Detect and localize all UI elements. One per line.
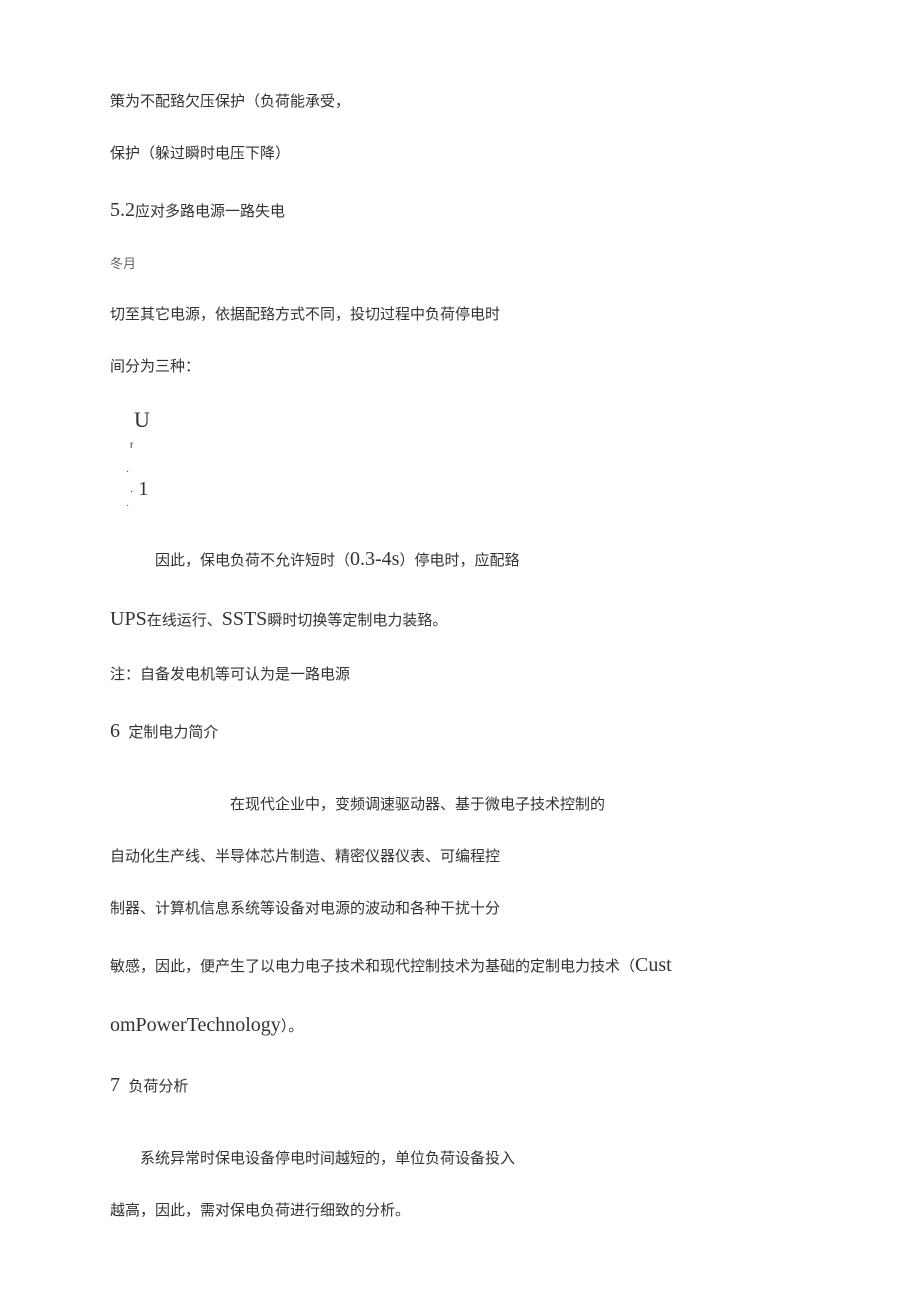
paragraph-5-prefix: 因此，保电负荷不允许短时（	[155, 552, 350, 569]
paragraph-6-suffix: 瞬时切换等定制电力装臵。	[267, 612, 447, 629]
section-6-heading: 6 定制电力简介	[110, 715, 810, 747]
section-6-title: 定制电力简介	[128, 724, 218, 741]
section-7-heading: 7 负荷分析	[110, 1069, 810, 1101]
cust-label: Cust	[635, 954, 672, 976]
paragraph-6: UPS在线运行、SSTS瞬时切换等定制电力装臵。	[110, 603, 810, 635]
paragraph-11: 敏感，因此，便产生了以电力电子技术和现代控制技术为基础的定制电力技术（Cust	[110, 949, 810, 981]
time-range-value: 0.3-4s	[350, 548, 399, 570]
dot-fragment-2: ·	[130, 487, 133, 498]
ssts-label: SSTS	[222, 608, 268, 630]
dot-fragment-1: ·	[126, 467, 810, 477]
ompowertech-label: omPowerTechnology	[110, 1014, 281, 1036]
paragraph-6-mid1: 在线运行、	[147, 612, 222, 629]
paragraph-3: 切至其它电源，依据配臵方式不同，投切过程中负荷停电时	[110, 303, 810, 327]
paragraph-12: omPowerTechnology）。	[110, 1009, 810, 1041]
paragraph-2: 保护（躲过瞬时电压下降）	[110, 142, 810, 166]
spacer	[110, 775, 810, 793]
paragraph-8: 在现代企业中，变频调速驱动器、基于微电子技术控制的	[110, 793, 810, 817]
paragraph-7-note: 注：自备发电机等可认为是一路电源	[110, 663, 810, 687]
paragraph-5-suffix: ）停电时，应配臵	[399, 552, 519, 569]
section-6-number: 6	[110, 720, 120, 742]
paragraph-1: 策为不配臵欠压保护（负荷能承受，	[110, 90, 810, 114]
section-5-2-title: 应对多路电源一路失电	[135, 203, 285, 220]
section-5-2-heading: 5.2应对多路电源一路失电	[110, 194, 810, 226]
dot-fragment-3: ·	[126, 501, 810, 511]
number-one: 1	[138, 478, 148, 500]
paragraph-11-prefix: 敏感，因此，便产生了以电力电子技术和现代控制技术为基础的定制电力技术（	[110, 958, 635, 975]
fragment-text-1: 冬月	[110, 254, 810, 275]
paragraph-13: 系统异常时保电设备停电时间越短的，单位负荷设备投入	[110, 1147, 810, 1171]
paragraph-4: 间分为三种：	[110, 355, 810, 379]
number-1-fragment: · 1	[130, 479, 810, 499]
section-5-2-number: 5.2	[110, 199, 135, 221]
spacer-2	[110, 1129, 810, 1147]
paragraph-5: 因此，保电负荷不允许短时（0.3-4s）停电时，应配臵	[110, 543, 810, 575]
paragraph-10: 制器、计算机信息系统等设备对电源的波动和各种干扰十分	[110, 897, 810, 921]
paragraph-12-suffix: ）。	[281, 1018, 304, 1035]
letter-r-fragment: r	[130, 441, 810, 451]
paragraph-9: 自动化生产线、半导体芯片制造、精密仪器仪表、可编程控	[110, 845, 810, 869]
section-7-number: 7	[110, 1074, 120, 1096]
section-7-title: 负荷分析	[128, 1078, 188, 1095]
ups-label: UPS	[110, 608, 147, 630]
letter-u-fragment: U	[134, 407, 810, 433]
paragraph-14: 越高，因此，需对保电负荷进行细致的分析。	[110, 1199, 810, 1223]
